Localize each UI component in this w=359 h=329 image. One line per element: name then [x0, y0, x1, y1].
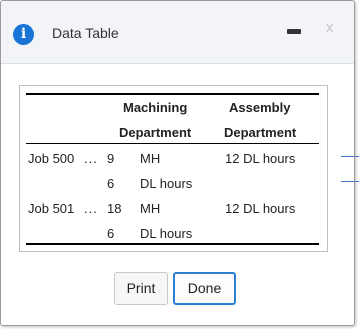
row-machining-unit: DL hours	[140, 226, 193, 241]
header-assembly-line1: Assembly	[229, 100, 291, 115]
minimize-icon[interactable]	[287, 29, 301, 34]
row-job-label: Job 501	[28, 201, 75, 216]
row-assembly-value: 12 DL hours	[225, 151, 296, 166]
done-button[interactable]: Done	[173, 272, 236, 305]
table-top-rule	[26, 93, 319, 95]
background-page-line	[341, 181, 359, 182]
header-machining-line2: Department	[119, 125, 192, 140]
dialog-titlebar: i Data Table x	[1, 1, 354, 64]
header-machining-line1: Machining	[123, 100, 188, 115]
data-table-dialog: i Data Table x Machining Assembly Depart…	[0, 0, 355, 326]
row-assembly-value: 12 DL hours	[225, 201, 296, 216]
header-assembly-line2: Department	[224, 125, 297, 140]
print-button[interactable]: Print	[114, 272, 168, 305]
row-machining-value: 18	[107, 201, 122, 216]
info-icon: i	[13, 24, 34, 45]
close-icon[interactable]: x	[326, 19, 334, 36]
table-bottom-rule	[26, 243, 319, 245]
row-machining-unit: MH	[140, 201, 161, 216]
row-machining-unit: DL hours	[140, 176, 193, 191]
row-leader-dots: ...	[84, 201, 98, 216]
row-machining-value: 9	[107, 151, 115, 166]
dialog-title: Data Table	[52, 25, 119, 41]
row-leader-dots: ...	[84, 151, 98, 166]
row-machining-value: 6	[107, 226, 115, 241]
row-job-label: Job 500	[28, 151, 75, 166]
row-machining-unit: MH	[140, 151, 161, 166]
data-table: Machining Assembly Department Department…	[19, 85, 328, 252]
row-machining-value: 6	[107, 176, 115, 191]
table-header-rule	[26, 143, 319, 144]
background-page-line	[341, 156, 359, 157]
